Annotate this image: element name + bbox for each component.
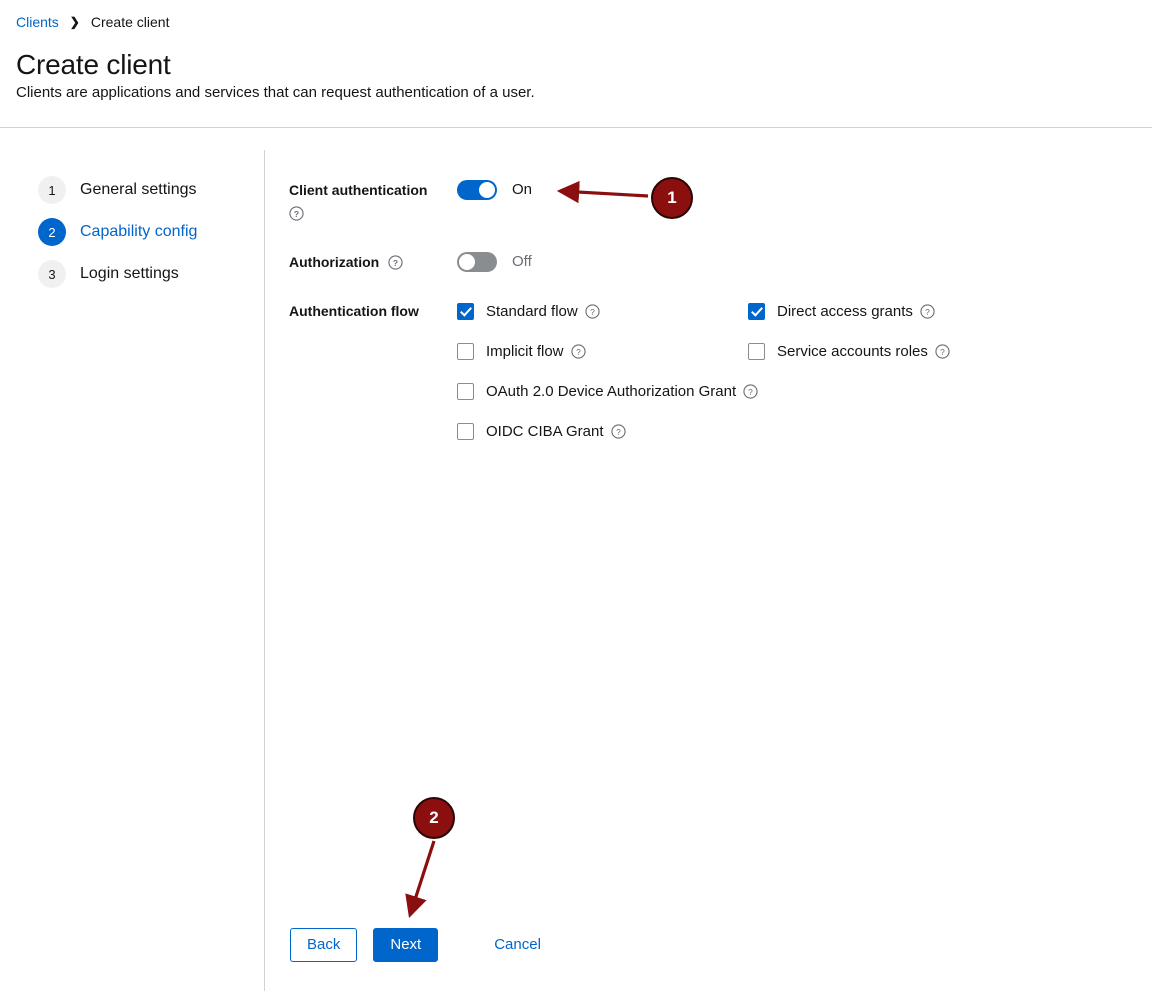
checkbox-label[interactable]: Standard flow: [486, 303, 578, 320]
breadcrumb-chevron-icon: ❯: [69, 15, 80, 29]
checkbox-box[interactable]: [457, 342, 474, 360]
checkbox-box[interactable]: [457, 382, 474, 400]
client-authentication-toggle[interactable]: [457, 180, 497, 200]
checkbox-oidc-ciba-grant[interactable]: OIDC CIBA Grant ?: [457, 420, 626, 442]
checkbox-service-accounts-roles[interactable]: Service accounts roles ?: [748, 340, 950, 362]
back-button[interactable]: Back: [290, 928, 358, 962]
checkbox-label[interactable]: OAuth 2.0 Device Authorization Grant: [486, 383, 736, 400]
authorization-state: Off: [512, 253, 532, 270]
checkbox-label[interactable]: Direct access grants: [777, 303, 913, 320]
checkbox-box[interactable]: [457, 302, 474, 320]
step-number-1: 1: [38, 176, 66, 204]
checkbox-box[interactable]: [748, 302, 765, 320]
wizard-step-nav: 1 General settings 2 Capability config 3…: [0, 128, 264, 991]
client-authentication-label: Client authentication ?: [289, 180, 439, 221]
svg-text:?: ?: [590, 306, 595, 316]
help-circle-icon[interactable]: ?: [743, 383, 758, 399]
checkbox-label[interactable]: OIDC CIBA Grant: [486, 423, 604, 440]
cancel-button[interactable]: Cancel: [478, 928, 557, 962]
checkbox-standard-flow[interactable]: Standard flow ?: [457, 300, 600, 322]
authorization-label-text: Authorization: [289, 254, 380, 270]
wizard-footer: Back Next Cancel: [290, 928, 557, 962]
page-header: Clients ❯ Create client Create client Cl…: [0, 0, 1152, 128]
help-circle-icon[interactable]: ?: [388, 254, 403, 270]
page-subtitle: Clients are applications and services th…: [16, 84, 535, 101]
svg-text:?: ?: [925, 306, 930, 316]
help-circle-icon[interactable]: ?: [585, 303, 600, 319]
svg-text:?: ?: [294, 209, 299, 219]
checkbox-direct-access-grants[interactable]: Direct access grants ?: [748, 300, 935, 322]
step-label-capability-config: Capability config: [80, 223, 198, 240]
help-circle-icon[interactable]: ?: [610, 423, 626, 439]
client-authentication-state: On: [512, 181, 533, 198]
wizard-step-capability-config[interactable]: 2 Capability config: [38, 218, 197, 246]
next-button[interactable]: Next: [373, 928, 439, 962]
capability-config-form: Client authentication ? On Authorization…: [264, 128, 1152, 991]
toggle-knob: [459, 254, 475, 270]
authorization-label: Authorization ?: [289, 252, 403, 272]
client-authentication-label-text: Client authentication: [289, 182, 428, 198]
authentication-flow-label: Authentication flow: [289, 303, 419, 319]
breadcrumb-link-clients[interactable]: Clients: [16, 12, 59, 32]
authorization-toggle[interactable]: [457, 252, 497, 272]
svg-text:?: ?: [576, 346, 581, 356]
checkbox-label[interactable]: Service accounts roles: [777, 343, 928, 360]
step-label-general-settings: General settings: [80, 181, 197, 198]
step-number-3: 3: [38, 260, 66, 288]
svg-text:?: ?: [393, 257, 398, 267]
breadcrumb-current: Create client: [90, 14, 170, 30]
help-circle-icon[interactable]: ?: [935, 343, 950, 359]
help-circle-icon[interactable]: ?: [920, 303, 935, 319]
breadcrumb: Clients ❯ Create client: [16, 12, 169, 32]
checkbox-box[interactable]: [457, 422, 474, 440]
create-client-wizard: 1 General settings 2 Capability config 3…: [0, 128, 1152, 991]
svg-text:?: ?: [940, 346, 945, 356]
checkbox-oauth-device-authorization-grant[interactable]: OAuth 2.0 Device Authorization Grant ?: [457, 380, 758, 402]
wizard-step-login-settings[interactable]: 3 Login settings: [38, 260, 179, 288]
checkbox-box[interactable]: [748, 342, 765, 360]
checkbox-implicit-flow[interactable]: Implicit flow ?: [457, 340, 586, 362]
page-title: Create client: [16, 49, 171, 80]
help-circle-icon[interactable]: ?: [289, 206, 304, 221]
step-number-2: 2: [38, 218, 66, 246]
svg-text:?: ?: [748, 386, 753, 396]
wizard-step-general-settings[interactable]: 1 General settings: [38, 176, 197, 204]
checkbox-label[interactable]: Implicit flow: [486, 343, 564, 360]
help-circle-icon[interactable]: ?: [570, 343, 586, 359]
svg-text:?: ?: [616, 426, 621, 436]
step-label-login-settings: Login settings: [80, 265, 179, 282]
toggle-knob: [479, 182, 495, 198]
